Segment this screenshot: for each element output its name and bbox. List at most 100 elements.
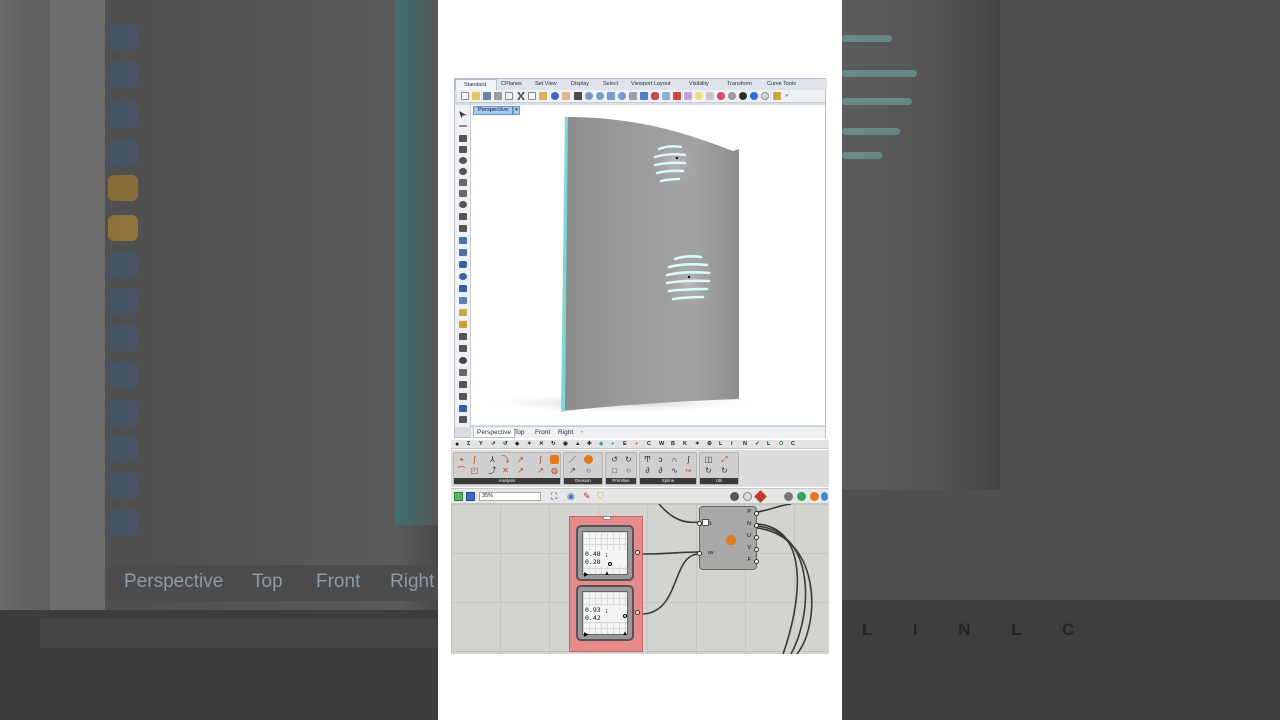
- slider-pad-2[interactable]: 0.93 ; 0.42: [582, 591, 628, 635]
- catenary-icon[interactable]: ∾: [684, 466, 693, 475]
- cplane-icon[interactable]: [684, 92, 692, 100]
- cat-l2[interactable]: L: [767, 440, 770, 449]
- open-file-icon[interactable]: [454, 492, 463, 501]
- derivatives-icon[interactable]: ⤵: [501, 455, 510, 464]
- cat-l[interactable]: L: [719, 440, 722, 449]
- cat-c[interactable]: C: [647, 440, 651, 449]
- shield-icon[interactable]: ⛉: [597, 491, 604, 501]
- intersect-tab-icon[interactable]: ✕: [539, 440, 544, 449]
- sets-tab-icon[interactable]: Y: [479, 440, 483, 449]
- lunchbox-tab-icon[interactable]: ◈: [599, 440, 603, 449]
- bake-icon[interactable]: [754, 490, 767, 503]
- cat-c2[interactable]: C: [791, 440, 795, 449]
- kinky-curve-icon[interactable]: ∩: [670, 455, 679, 464]
- output-grip-v[interactable]: [754, 547, 759, 552]
- shaded-sphere-icon[interactable]: [728, 92, 736, 100]
- blend-icon[interactable]: ∿: [670, 466, 679, 475]
- md-slider-1[interactable]: 0.48 ; 0.28 ▶ ▲: [576, 525, 634, 581]
- split-icon[interactable]: [459, 333, 467, 340]
- bend-icon[interactable]: [459, 393, 467, 400]
- selected-mode-icon[interactable]: [797, 492, 806, 501]
- add-tab-button[interactable]: +: [577, 428, 587, 437]
- display-tab-icon[interactable]: ◉: [563, 440, 568, 449]
- output-grip-p[interactable]: [754, 511, 759, 516]
- zoom-window-icon[interactable]: [596, 92, 604, 100]
- cat-gear-icon[interactable]: ⚙: [707, 440, 712, 449]
- tab-display[interactable]: Display: [567, 79, 599, 90]
- sphere-icon[interactable]: [459, 273, 467, 280]
- tab-select[interactable]: Select: [599, 79, 627, 90]
- save-icon[interactable]: [483, 92, 491, 100]
- contour-icon[interactable]: ○: [584, 466, 593, 475]
- ellipse-icon[interactable]: [459, 201, 467, 208]
- polygon-primitive-icon[interactable]: ○: [624, 466, 633, 475]
- curve-tool-icon[interactable]: [459, 146, 467, 153]
- output-grip-f[interactable]: [754, 559, 759, 564]
- tween-icon[interactable]: ∂: [656, 466, 665, 475]
- perspective-viewport[interactable]: Perspective ▾: [471, 105, 825, 425]
- lock-component-icon[interactable]: [550, 455, 559, 464]
- surface-tab-icon[interactable]: ◆: [515, 440, 519, 449]
- pufferfish-tab-icon[interactable]: ✚: [587, 440, 592, 449]
- select-arrow-icon[interactable]: [459, 111, 467, 118]
- solid-tools-icon[interactable]: [459, 309, 467, 316]
- explode-icon[interactable]: ◫: [704, 455, 713, 464]
- rectangle-icon[interactable]: [459, 179, 467, 186]
- warnings-icon[interactable]: [810, 492, 819, 501]
- divide-distance-icon[interactable]: [584, 455, 593, 464]
- slider-handle-2[interactable]: [623, 614, 627, 618]
- circle-icon[interactable]: [459, 157, 467, 164]
- render-icon[interactable]: [750, 92, 758, 100]
- layer-icon[interactable]: [706, 92, 714, 100]
- tab-curve-tools[interactable]: Curve Tools: [763, 79, 811, 90]
- named-view-icon[interactable]: [662, 92, 670, 100]
- slider-handle-1[interactable]: [608, 562, 612, 566]
- output-grip-1[interactable]: [635, 550, 640, 555]
- tab-cplanes[interactable]: CPlanes: [497, 79, 531, 90]
- loft-icon[interactable]: [459, 249, 467, 256]
- cat-e[interactable]: E: [623, 440, 627, 449]
- rendered-sphere-icon[interactable]: [739, 92, 747, 100]
- bezier-icon[interactable]: ∂: [643, 466, 652, 475]
- dimension-icon[interactable]: [459, 416, 467, 423]
- tab-set-view[interactable]: Set View: [531, 79, 567, 90]
- pipe-icon[interactable]: [459, 381, 467, 388]
- join-icon[interactable]: ↻: [704, 466, 713, 475]
- discontinuity-icon[interactable]: ✕: [501, 466, 510, 475]
- fillet-icon[interactable]: [459, 225, 467, 232]
- cat-k[interactable]: K: [683, 440, 687, 449]
- cylinder-icon[interactable]: [459, 285, 467, 292]
- cat-dot-icon[interactable]: ●: [635, 440, 638, 449]
- end-points-icon[interactable]: ↗: [516, 455, 525, 464]
- weaverbird-tab-icon[interactable]: ●: [611, 440, 614, 449]
- tab-front[interactable]: Front: [532, 428, 553, 437]
- vector-tab-icon[interactable]: ↗: [491, 440, 496, 449]
- tangent-icon[interactable]: ⤴: [488, 466, 497, 475]
- length-icon[interactable]: ↗: [516, 466, 525, 475]
- input-grip-s[interactable]: [697, 521, 702, 526]
- cut-icon[interactable]: [517, 92, 525, 100]
- template-icon[interactable]: [505, 92, 513, 100]
- mesh-tab-icon[interactable]: ✦: [527, 440, 532, 449]
- shatter-icon[interactable]: ↗: [568, 466, 577, 475]
- options-icon[interactable]: [773, 92, 781, 100]
- nurbs-curve-icon[interactable]: Ͳ: [643, 455, 652, 464]
- kangaroo-tab-icon[interactable]: ▲: [575, 440, 580, 449]
- slider-group[interactable]: 0.48 ; 0.28 ▶ ▲ 0.93 ; 0.42 ▶ ▲: [569, 516, 643, 652]
- offset-util-icon[interactable]: ↻: [720, 466, 729, 475]
- evaluate-surface-component[interactable]: S uv P N U V F: [697, 506, 759, 570]
- sketch-pen-icon[interactable]: ✎: [583, 491, 591, 501]
- properties-icon[interactable]: [717, 92, 725, 100]
- zoom-extents-icon[interactable]: [607, 92, 615, 100]
- arc-analysis-icon[interactable]: ⌒: [457, 466, 466, 475]
- polygon-center-icon[interactable]: ↗: [536, 466, 545, 475]
- cat-w[interactable]: W: [659, 440, 664, 449]
- params-tab-icon[interactable]: ●: [455, 440, 459, 449]
- viewport-icon[interactable]: [640, 92, 648, 100]
- cat-i[interactable]: I: [731, 440, 733, 449]
- move-icon[interactable]: [574, 92, 582, 100]
- slider-pad-1[interactable]: 0.48 ; 0.28: [582, 531, 628, 575]
- pan-hand-icon[interactable]: [562, 92, 570, 100]
- paste-icon[interactable]: [539, 92, 547, 100]
- rectangle-primitive-icon[interactable]: □: [610, 466, 619, 475]
